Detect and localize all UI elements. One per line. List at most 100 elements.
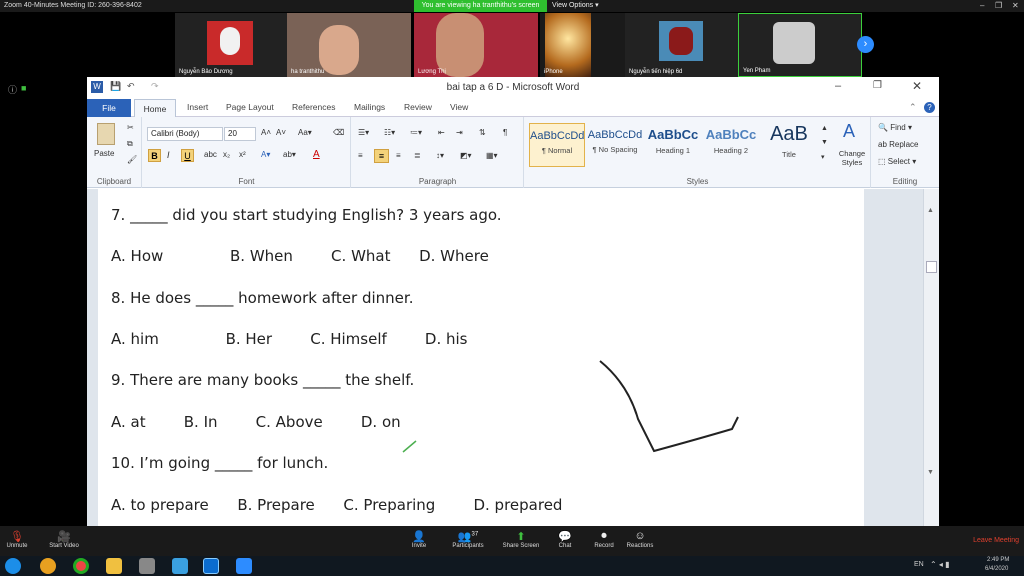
tab-insert[interactable]: Insert xyxy=(187,102,208,112)
font-color-icon[interactable]: A xyxy=(313,149,320,160)
restore-icon[interactable]: ❐ xyxy=(995,1,1002,10)
style-heading-1[interactable]: AaBbCc Heading 1 xyxy=(645,123,701,167)
leave-meeting-button[interactable]: Leave Meeting xyxy=(973,537,1019,544)
view-options-button[interactable]: View Options ▾ xyxy=(552,0,612,12)
tab-references[interactable]: References xyxy=(292,102,335,112)
clock-time[interactable]: 2:49 PM xyxy=(987,557,1009,563)
align-right-icon[interactable]: ≡ xyxy=(396,151,401,160)
scroll-thumb[interactable] xyxy=(926,261,937,273)
sort-icon[interactable]: ⇅ xyxy=(479,128,486,137)
underline-button[interactable]: U xyxy=(181,149,194,162)
styles-scroll-up-icon[interactable]: ▲ xyxy=(821,125,828,132)
scroll-down-icon[interactable]: ▼ xyxy=(927,469,934,476)
tab-view[interactable]: View xyxy=(450,102,468,112)
minimize-icon[interactable]: – xyxy=(835,80,841,92)
paste-button[interactable]: Paste xyxy=(94,149,114,158)
clock-date[interactable]: 6/4/2020 xyxy=(985,566,1008,572)
tab-review[interactable]: Review xyxy=(404,102,432,112)
help-icon[interactable]: ? xyxy=(924,102,935,113)
copy-icon[interactable]: ⧉ xyxy=(127,139,133,149)
bold-button[interactable]: B xyxy=(148,149,161,162)
participant-tile[interactable]: Lương Thị xyxy=(414,13,538,77)
grow-font-icon[interactable]: A˄ xyxy=(261,128,271,137)
cut-icon[interactable]: ✂ xyxy=(127,123,134,132)
find-button[interactable]: 🔍 Find ▾ xyxy=(878,123,912,132)
style-title[interactable]: AaB Title xyxy=(761,123,817,167)
participant-tile[interactable]: Nguyễn tiến hiệp 6d xyxy=(625,13,749,77)
style-normal[interactable]: AaBbCcDd ¶ Normal xyxy=(529,123,585,167)
record-button[interactable]: ⏺ Record xyxy=(590,530,618,549)
chat-button[interactable]: 💬 Chat xyxy=(552,530,578,549)
share-screen-button[interactable]: ⬆ Share Screen xyxy=(500,530,542,549)
strikethrough-button[interactable]: abc xyxy=(204,150,217,159)
text-effects-icon[interactable]: A▾ xyxy=(261,150,270,159)
superscript-button[interactable]: x² xyxy=(239,150,246,159)
style-sample: AaBbCcDd xyxy=(587,129,643,141)
app-3-icon[interactable] xyxy=(40,558,56,574)
close-icon[interactable]: ✕ xyxy=(1012,1,1019,10)
highlight-icon[interactable]: ab▾ xyxy=(283,150,296,159)
change-case-icon[interactable]: Aa▾ xyxy=(298,128,312,137)
style-no-spacing[interactable]: AaBbCcDd ¶ No Spacing xyxy=(587,123,643,167)
styles-scroll-down-icon[interactable]: ▼ xyxy=(821,139,828,146)
zalo-icon[interactable] xyxy=(203,558,219,574)
participant-tile[interactable]: Yen Pham xyxy=(738,13,862,77)
reactions-button[interactable]: ☺ Reactions xyxy=(624,530,656,549)
language-indicator[interactable]: EN xyxy=(914,561,924,568)
start-video-button[interactable]: 🎥 Start Video xyxy=(46,530,82,549)
show-formatting-icon[interactable]: ¶ xyxy=(503,128,507,137)
clear-formatting-icon[interactable]: ⌫ xyxy=(333,128,344,137)
vertical-scrollbar[interactable]: ▲ ▼ xyxy=(923,189,939,526)
start-icon[interactable] xyxy=(5,558,21,574)
minimize-icon[interactable]: – xyxy=(980,1,984,10)
shading-icon[interactable]: ◩▾ xyxy=(460,151,472,160)
borders-icon[interactable]: ▦▾ xyxy=(486,151,498,160)
tab-mailings[interactable]: Mailings xyxy=(354,102,385,112)
line-spacing-icon[interactable]: ↕▾ xyxy=(436,151,444,160)
document-page[interactable]: 7. _____ did you start studying English?… xyxy=(98,189,864,526)
chrome-icon[interactable] xyxy=(73,558,89,574)
file-explorer-icon[interactable] xyxy=(106,558,122,574)
scroll-up-icon[interactable]: ▲ xyxy=(927,207,934,214)
tray-icons[interactable]: ⌃ ◂ ▮ xyxy=(930,560,950,569)
decrease-indent-icon[interactable]: ⇤ xyxy=(438,128,445,137)
style-heading-2[interactable]: AaBbCc Heading 2 xyxy=(703,123,759,167)
align-left-icon[interactable]: ≡ xyxy=(358,151,363,160)
avatar-face xyxy=(220,27,240,55)
tab-file[interactable]: File xyxy=(87,99,131,117)
font-name-box[interactable]: Calibri (Body) xyxy=(147,127,223,141)
styles-more-icon[interactable]: ▾ xyxy=(821,153,825,161)
zoom-icon[interactable] xyxy=(236,558,252,574)
info-icon[interactable]: ⓘ xyxy=(8,83,17,96)
change-styles-icon[interactable]: A xyxy=(843,121,855,142)
invite-button[interactable]: 👤 Invite xyxy=(406,530,432,549)
paste-icon[interactable] xyxy=(97,123,115,145)
multilevel-list-icon[interactable]: ≔▾ xyxy=(410,128,422,137)
numbering-icon[interactable]: ☷▾ xyxy=(384,128,395,137)
select-button[interactable]: ⬚ Select ▾ xyxy=(878,157,916,166)
bullets-icon[interactable]: ☰▾ xyxy=(358,128,369,137)
tab-home[interactable]: Home xyxy=(134,99,176,118)
close-icon[interactable]: ✕ xyxy=(912,79,922,93)
collapse-ribbon-icon[interactable]: ⌃ xyxy=(909,102,917,113)
shrink-font-icon[interactable]: A˅ xyxy=(276,128,286,137)
participant-tile[interactable]: Nguyễn Bảo Dương xyxy=(175,13,299,77)
unmute-button[interactable]: 🎙 Unmute xyxy=(4,530,30,549)
replace-button[interactable]: ab Replace xyxy=(878,140,918,149)
document-area: 7. _____ did you start studying English?… xyxy=(87,189,939,526)
tab-page-layout[interactable]: Page Layout xyxy=(226,102,274,112)
increase-indent-icon[interactable]: ⇥ xyxy=(456,128,463,137)
font-size-box[interactable]: 20 xyxy=(224,127,256,141)
app-icon[interactable] xyxy=(139,558,155,574)
participant-tile[interactable]: ha tranthithu xyxy=(287,13,411,77)
format-painter-icon[interactable]: 🖌 xyxy=(127,155,137,164)
align-center-icon[interactable]: ≡ xyxy=(374,149,389,163)
app-blue-icon[interactable] xyxy=(172,558,188,574)
next-page-button[interactable]: › xyxy=(857,36,874,53)
justify-icon[interactable]: ≣ xyxy=(414,151,421,160)
italic-button[interactable]: I xyxy=(167,150,170,160)
change-styles-button[interactable]: Change Styles xyxy=(835,149,869,167)
restore-icon[interactable]: ❐ xyxy=(873,80,882,91)
participants-button[interactable]: 👥37 Participants xyxy=(448,530,488,549)
subscript-button[interactable]: x₂ xyxy=(223,150,230,159)
